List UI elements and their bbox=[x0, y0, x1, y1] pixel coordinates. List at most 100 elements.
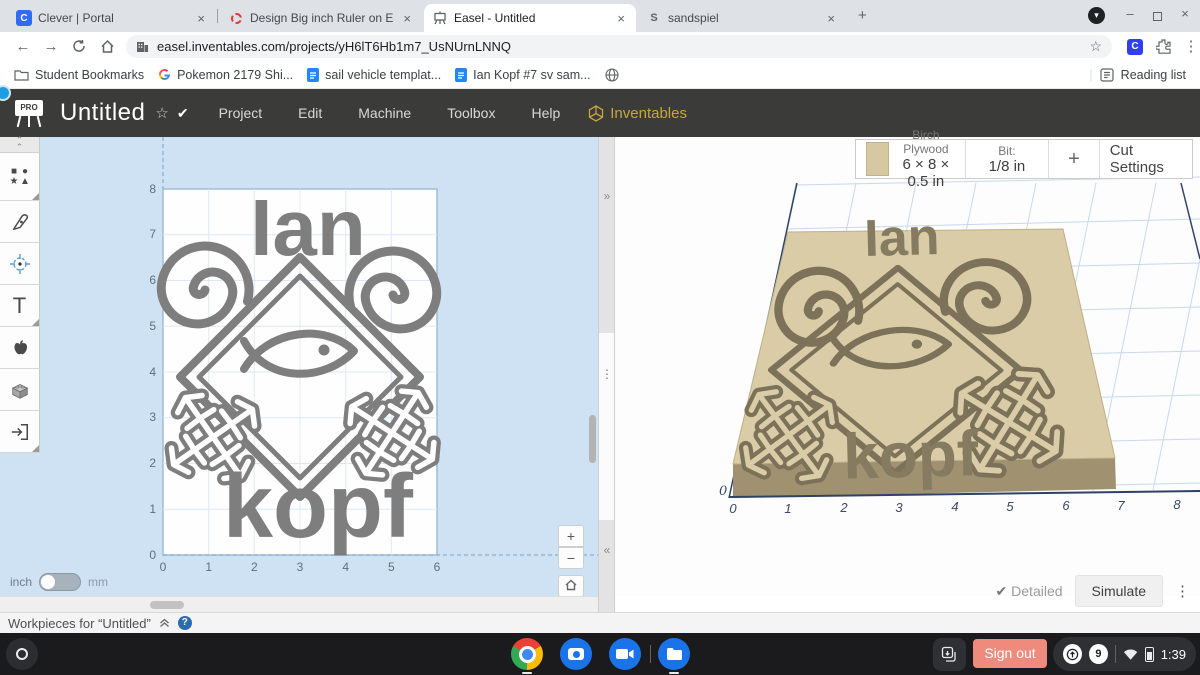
media-controls-icon[interactable]: ▾ bbox=[1088, 7, 1105, 24]
clever-favicon: C bbox=[16, 10, 32, 26]
zoom-home-button[interactable] bbox=[558, 575, 584, 597]
drill-point-tool[interactable] bbox=[0, 243, 40, 285]
site-info-icon[interactable] bbox=[136, 40, 149, 53]
favorite-star-icon[interactable]: ☆ bbox=[155, 104, 168, 122]
preview-3d-panel: Ian kopf 01 23 45 67 8 0 Birch Plywood bbox=[615, 137, 1200, 596]
window-close-button[interactable]: × bbox=[1175, 6, 1195, 21]
tab-close-icon[interactable]: × bbox=[194, 11, 208, 26]
unit-toggle-switch[interactable] bbox=[39, 573, 81, 591]
sign-out-button[interactable]: Sign out bbox=[973, 639, 1047, 668]
simulate-button[interactable]: Simulate bbox=[1075, 575, 1163, 607]
3d-brick-tool[interactable] bbox=[0, 369, 40, 411]
menu-project[interactable]: Project bbox=[219, 105, 263, 121]
svg-text:1: 1 bbox=[784, 501, 791, 516]
tab-title: Easel - Untitled bbox=[454, 11, 608, 25]
panel-divider[interactable]: » ⋮ « bbox=[598, 137, 615, 612]
origin-label-3d: 0 bbox=[719, 484, 727, 499]
svg-text:1: 1 bbox=[149, 502, 156, 516]
svg-text:3: 3 bbox=[895, 500, 903, 515]
svg-text:4: 4 bbox=[951, 499, 958, 514]
tab-design-ruler[interactable]: Design Big inch Ruler on Easel - × bbox=[220, 4, 422, 32]
reading-list[interactable]: | Reading list bbox=[1089, 68, 1186, 82]
menu-machine[interactable]: Machine bbox=[358, 105, 411, 121]
folder-icon bbox=[14, 69, 29, 81]
cut-settings-button[interactable]: Cut Settings bbox=[1100, 140, 1192, 178]
collapse-palette-icon[interactable]: ⌃⌃ bbox=[0, 137, 40, 153]
video-app-icon[interactable] bbox=[609, 638, 641, 670]
back-icon[interactable]: ← bbox=[12, 35, 34, 57]
browser-menu-icon[interactable]: ⋮ bbox=[1180, 35, 1200, 57]
forward-icon[interactable]: → bbox=[40, 35, 62, 57]
carved-text-top: Ian bbox=[864, 208, 941, 268]
files-app-icon[interactable] bbox=[658, 638, 690, 670]
status-tray[interactable]: 9 1:39 bbox=[1053, 637, 1196, 671]
bookmark-sail-vehicle[interactable]: sail vehicle templat... bbox=[307, 68, 441, 82]
extensions-puzzle-icon[interactable] bbox=[1152, 35, 1174, 57]
home-icon[interactable] bbox=[96, 35, 118, 57]
clock: 1:39 bbox=[1161, 647, 1186, 662]
collapse-left-icon[interactable]: « bbox=[601, 543, 613, 557]
project-title[interactable]: Untitled bbox=[60, 99, 145, 127]
shapes-tool[interactable]: ■●★▲ bbox=[0, 153, 40, 201]
camcorder-icon bbox=[616, 648, 634, 660]
zoom-in-button[interactable]: + bbox=[558, 525, 584, 547]
x-ruler: 01 23 45 6 bbox=[160, 560, 441, 574]
zoom-out-button[interactable]: − bbox=[558, 547, 584, 569]
launcher-button[interactable] bbox=[6, 638, 38, 670]
new-tab-button[interactable]: + bbox=[858, 7, 867, 24]
shelf-separator bbox=[650, 645, 651, 663]
svg-text:8: 8 bbox=[1173, 497, 1181, 512]
text-tool[interactable]: T bbox=[0, 285, 40, 327]
address-bar[interactable]: easel.inventables.com/projects/yH6lT6Hb1… bbox=[126, 35, 1112, 58]
tab-sandspiel[interactable]: S sandspiel × bbox=[638, 4, 846, 32]
pen-tool[interactable] bbox=[0, 201, 40, 243]
carved-text-bottom: kopf bbox=[842, 417, 980, 493]
horizontal-scroll-area bbox=[0, 596, 598, 612]
menu-toolbox[interactable]: Toolbox bbox=[447, 105, 495, 121]
import-tool[interactable] bbox=[0, 411, 40, 453]
lego-brick-icon bbox=[9, 380, 31, 400]
detailed-toggle[interactable]: ✔ Detailed bbox=[996, 583, 1063, 600]
tab-close-icon[interactable]: × bbox=[824, 11, 838, 26]
menu-edit[interactable]: Edit bbox=[298, 105, 322, 121]
bookmark-ian-kopf[interactable]: Ian Kopf #7 sv sam... bbox=[455, 68, 590, 82]
reload-icon[interactable] bbox=[68, 35, 90, 57]
horizontal-scrollbar[interactable] bbox=[150, 601, 184, 609]
unit-toggle[interactable]: inch mm bbox=[10, 573, 108, 591]
clever-extension-icon[interactable]: C bbox=[1124, 36, 1146, 58]
svg-text:3: 3 bbox=[149, 410, 156, 424]
preview-3d-view[interactable]: Ian kopf 01 23 45 67 8 0 bbox=[615, 137, 1200, 596]
screen-capture-tray-icon[interactable] bbox=[933, 638, 966, 671]
add-bit-button[interactable]: + bbox=[1049, 140, 1100, 178]
easel-pro-logo[interactable]: PRO bbox=[12, 97, 46, 129]
inventables-brand[interactable]: Inventables bbox=[588, 105, 687, 122]
tab-close-icon[interactable]: × bbox=[614, 11, 628, 26]
design-library-tool[interactable] bbox=[0, 327, 40, 369]
material-selector[interactable]: Birch Plywood 6 × 8 × 0.5 in bbox=[856, 140, 966, 178]
tab-easel-active[interactable]: Easel - Untitled × bbox=[424, 4, 636, 32]
window-minimize-button[interactable]: – bbox=[1120, 6, 1140, 21]
bookmark-folder[interactable]: Student Bookmarks bbox=[14, 68, 144, 82]
vertical-scrollbar[interactable] bbox=[589, 415, 596, 463]
tab-clever[interactable]: C Clever | Portal × bbox=[8, 4, 216, 32]
menu-help[interactable]: Help bbox=[531, 105, 560, 121]
bookmark-star-icon[interactable]: ☆ bbox=[1089, 38, 1102, 55]
help-icon[interactable]: ? bbox=[178, 616, 192, 630]
collapse-up-icon[interactable] bbox=[159, 618, 170, 628]
tab-close-icon[interactable]: × bbox=[400, 11, 414, 26]
bit-selector[interactable]: Bit: 1/8 in bbox=[966, 140, 1049, 178]
svg-text:7: 7 bbox=[149, 227, 156, 241]
svg-text:5: 5 bbox=[149, 319, 156, 333]
google-g-icon bbox=[158, 68, 171, 81]
check-icon: ✔ bbox=[996, 583, 1012, 599]
window-restore-button[interactable] bbox=[1147, 9, 1167, 24]
design-canvas[interactable]: 87 65 43 21 0 01 23 45 6 bbox=[0, 137, 598, 596]
camera-app-icon[interactable] bbox=[560, 638, 592, 670]
simulate-menu-icon[interactable]: ⋮ bbox=[1175, 582, 1190, 600]
bookmark-globe[interactable] bbox=[605, 68, 619, 82]
chrome-app-icon[interactable] bbox=[511, 638, 543, 670]
divider-drag-handle[interactable]: ⋮ bbox=[601, 367, 613, 381]
expand-right-icon[interactable]: » bbox=[601, 189, 613, 203]
axis-right bbox=[1181, 183, 1200, 259]
bookmark-pokemon[interactable]: Pokemon 2179 Shi... bbox=[158, 68, 293, 82]
